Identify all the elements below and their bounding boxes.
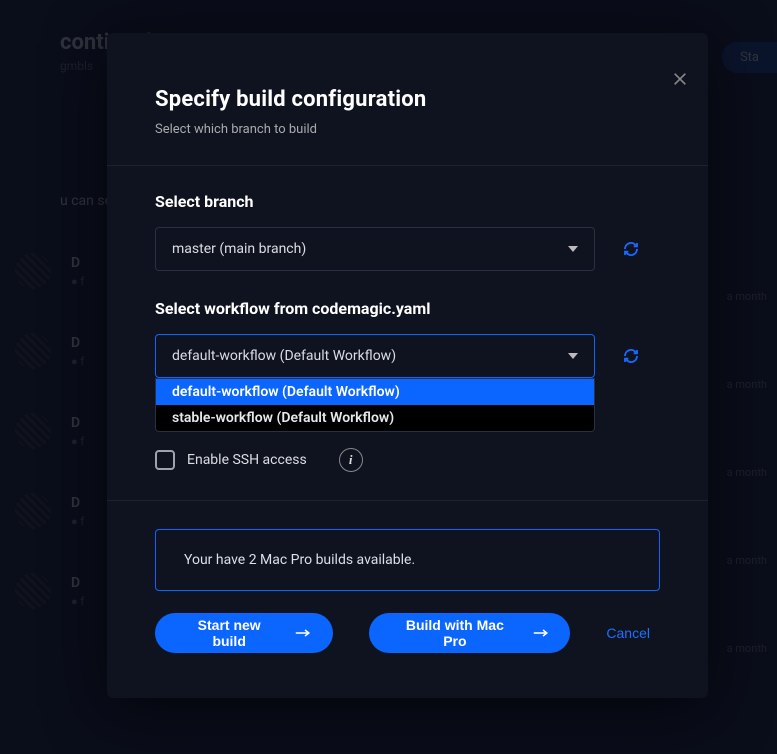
branch-label: Select branch — [155, 192, 660, 211]
avatar — [15, 253, 51, 289]
avatar — [15, 333, 51, 369]
bg-start-button: Sta — [722, 42, 777, 73]
branch-select[interactable]: master (main branch) — [155, 227, 595, 271]
modal-subtitle: Select which branch to build — [155, 122, 660, 137]
divider — [107, 500, 708, 501]
workflow-select[interactable]: default-workflow (Default Workflow) — [155, 334, 595, 378]
info-icon[interactable]: i — [339, 448, 363, 472]
modal-header: Specify build configuration Select which… — [107, 33, 708, 165]
workflow-option[interactable]: default-workflow (Default Workflow) — [156, 379, 594, 405]
start-build-label: Start new build — [181, 617, 277, 649]
avatar — [15, 413, 51, 449]
workflow-dropdown: default-workflow (Default Workflow) stab… — [155, 378, 595, 432]
start-build-button[interactable]: Start new build — [155, 613, 333, 653]
close-icon[interactable] — [672, 71, 688, 87]
build-config-modal: Specify build configuration Select which… — [107, 33, 708, 698]
arrow-right-icon — [295, 628, 310, 638]
chevron-down-icon — [568, 351, 578, 361]
workflow-label: Select workflow from codemagic.yaml — [155, 299, 660, 318]
modal-title: Specify build configuration — [155, 87, 660, 112]
arrow-right-icon — [533, 628, 548, 638]
refresh-workflow-icon[interactable] — [623, 348, 639, 364]
avatar — [15, 573, 51, 609]
refresh-branch-icon[interactable] — [623, 241, 639, 257]
ssh-checkbox[interactable] — [155, 450, 175, 470]
branch-selected-value: master (main branch) — [172, 241, 306, 257]
chevron-down-icon — [568, 244, 578, 254]
macpro-notice: Your have 2 Mac Pro builds available. — [155, 529, 660, 591]
cancel-button[interactable]: Cancel — [606, 625, 650, 641]
build-macpro-label: Build with Mac Pro — [395, 617, 515, 649]
modal-footer: Start new build Build with Mac Pro Cance… — [155, 613, 660, 653]
build-macpro-button[interactable]: Build with Mac Pro — [369, 613, 571, 653]
ssh-row: Enable SSH access i — [155, 448, 660, 472]
workflow-selected-value: default-workflow (Default Workflow) — [172, 348, 396, 364]
ssh-label: Enable SSH access — [187, 452, 307, 468]
avatar — [15, 493, 51, 529]
workflow-option[interactable]: stable-workflow (Default Workflow) — [156, 405, 594, 431]
